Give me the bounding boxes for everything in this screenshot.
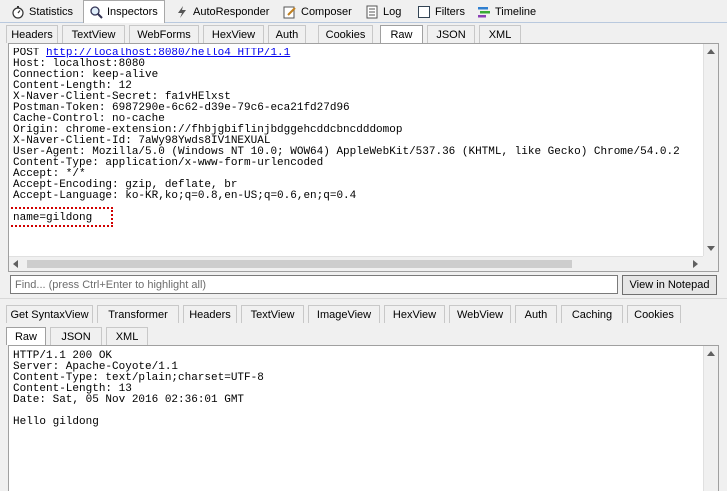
- tab-label: Inspectors: [107, 6, 158, 18]
- log-icon: [365, 5, 379, 19]
- tab-label: TextView: [250, 308, 295, 321]
- tab-statistics[interactable]: Statistics: [6, 2, 78, 21]
- header-line: Content-Type: application/x-www-form-url…: [13, 157, 324, 169]
- response-raw-text: HTTP/1.1 200 OK Server: Apache-Coyote/1.1…: [13, 351, 264, 428]
- tab-label: HexView: [392, 308, 437, 321]
- tab-autoresponder[interactable]: AutoResponder: [170, 2, 274, 21]
- tab-composer[interactable]: Composer: [278, 2, 357, 21]
- header-line: Accept-Language: ko-KR,ko;q=0.8,en-US;q=…: [13, 190, 357, 202]
- tab-label: AutoResponder: [193, 5, 270, 18]
- request-tab-xml[interactable]: XML: [479, 25, 521, 43]
- scroll-down-icon[interactable]: [707, 246, 715, 251]
- request-tab-json[interactable]: JSON: [427, 25, 475, 43]
- request-tab-webforms[interactable]: WebForms: [129, 25, 199, 43]
- magnifier-icon: [89, 5, 103, 19]
- request-tab-raw[interactable]: Raw: [380, 25, 423, 43]
- tab-label: Timeline: [495, 5, 537, 18]
- scrollbar-corner: [703, 256, 718, 271]
- tab-filters[interactable]: Filters: [412, 2, 470, 21]
- response-tab-hexview[interactable]: HexView: [384, 305, 445, 323]
- response-tab-caching[interactable]: Caching: [561, 305, 623, 323]
- response-tab-json[interactable]: JSON: [50, 327, 102, 345]
- fiddler-inspectors-window: Statistics Inspectors AutoResponder Comp…: [0, 0, 727, 491]
- request-vertical-scrollbar[interactable]: [703, 44, 718, 256]
- response-tab-imageview[interactable]: ImageView: [308, 305, 380, 323]
- find-input[interactable]: [10, 275, 618, 294]
- tab-label: Auth: [524, 308, 548, 321]
- tab-label: XML: [115, 330, 139, 343]
- request-horizontal-scrollbar[interactable]: [9, 256, 703, 271]
- tab-label: Cookies: [325, 28, 366, 41]
- tab-label: Raw: [390, 28, 413, 41]
- tab-label: Headers: [189, 308, 231, 321]
- response-tab-xml[interactable]: XML: [106, 327, 148, 345]
- request-raw-text: POST http://localhost:8080/hello4 HTTP/1…: [13, 48, 707, 224]
- tab-label: XML: [488, 28, 512, 41]
- tab-label: Cookies: [634, 308, 674, 321]
- tab-label: Statistics: [29, 5, 74, 18]
- request-tab-headers[interactable]: Headers: [6, 25, 58, 43]
- response-tab-headers[interactable]: Headers: [183, 305, 237, 323]
- body-highlight-box: [9, 207, 113, 227]
- request-tab-textview[interactable]: TextView: [62, 25, 125, 43]
- timeline-icon: [477, 5, 491, 19]
- tab-timeline[interactable]: Timeline: [472, 2, 541, 21]
- response-raw-pane[interactable]: HTTP/1.1 200 OK Server: Apache-Coyote/1.1…: [8, 345, 719, 491]
- request-tab-hexview[interactable]: HexView: [203, 25, 264, 43]
- response-tab-bar: Get SyntaxView Transformer Headers TextV…: [0, 303, 727, 323]
- tab-label: HexView: [211, 28, 256, 41]
- response-headers: HTTP/1.1 200 OK Server: Apache-Coyote/1.1…: [13, 351, 264, 406]
- scroll-left-icon[interactable]: [13, 260, 18, 268]
- tab-label: Caching: [571, 308, 613, 321]
- response-tab-cookies[interactable]: Cookies: [627, 305, 681, 323]
- response-tab-get-syntaxview[interactable]: Get SyntaxView: [6, 305, 93, 323]
- tab-label: JSON: [61, 330, 91, 343]
- tab-label: Headers: [11, 28, 53, 41]
- response-tab-bar-2: Raw JSON XML: [0, 325, 727, 345]
- request-headers: Host: localhost:8080 Connection: keep-ali…: [13, 59, 707, 202]
- tab-inspectors[interactable]: Inspectors: [83, 0, 165, 23]
- header-line: Date: Sat, 05 Nov 2016 02:36:01 GMT: [13, 394, 245, 406]
- request-tab-cookies[interactable]: Cookies: [318, 25, 373, 43]
- scroll-up-icon[interactable]: [707, 351, 715, 356]
- pencil-icon: [283, 5, 297, 19]
- tab-label: WebForms: [137, 28, 191, 41]
- tab-label: Composer: [301, 5, 352, 18]
- scroll-thumb[interactable]: [27, 260, 572, 268]
- tab-label: TextView: [71, 28, 116, 41]
- tab-label: Transformer: [108, 308, 168, 321]
- response-vertical-scrollbar[interactable]: [703, 346, 718, 491]
- tab-label: Log: [383, 5, 402, 18]
- response-tab-transformer[interactable]: Transformer: [97, 305, 179, 323]
- checkbox-icon: [417, 5, 431, 19]
- request-raw-pane[interactable]: POST http://localhost:8080/hello4 HTTP/1…: [8, 43, 719, 272]
- tab-label: Filters: [435, 5, 465, 18]
- button-label: View in Notepad: [629, 279, 710, 291]
- stopwatch-icon: [11, 5, 25, 19]
- response-tab-textview[interactable]: TextView: [241, 305, 304, 323]
- request-body: name=gildong: [13, 212, 93, 224]
- response-tab-raw[interactable]: Raw: [6, 327, 46, 345]
- tab-log[interactable]: Log: [360, 2, 406, 21]
- tab-label: ImageView: [316, 308, 372, 321]
- scroll-up-icon[interactable]: [707, 49, 715, 54]
- response-tab-auth[interactable]: Auth: [515, 305, 557, 323]
- tab-label: JSON: [436, 28, 466, 41]
- tool-tab-bar: Statistics Inspectors AutoResponder Comp…: [0, 0, 727, 23]
- scroll-right-icon[interactable]: [693, 260, 698, 268]
- lightning-icon: [175, 5, 189, 19]
- response-tab-webview[interactable]: WebView: [449, 305, 511, 323]
- response-body: Hello gildong: [13, 416, 99, 428]
- request-tab-auth[interactable]: Auth: [268, 25, 306, 43]
- tab-label: Raw: [14, 330, 37, 343]
- request-tab-bar: Headers TextView WebForms HexView Auth C…: [0, 23, 727, 43]
- tab-label: WebView: [456, 308, 504, 321]
- tab-label: Auth: [275, 28, 299, 41]
- view-in-notepad-button[interactable]: View in Notepad: [622, 275, 717, 295]
- tab-label: Get SyntaxView: [10, 308, 89, 321]
